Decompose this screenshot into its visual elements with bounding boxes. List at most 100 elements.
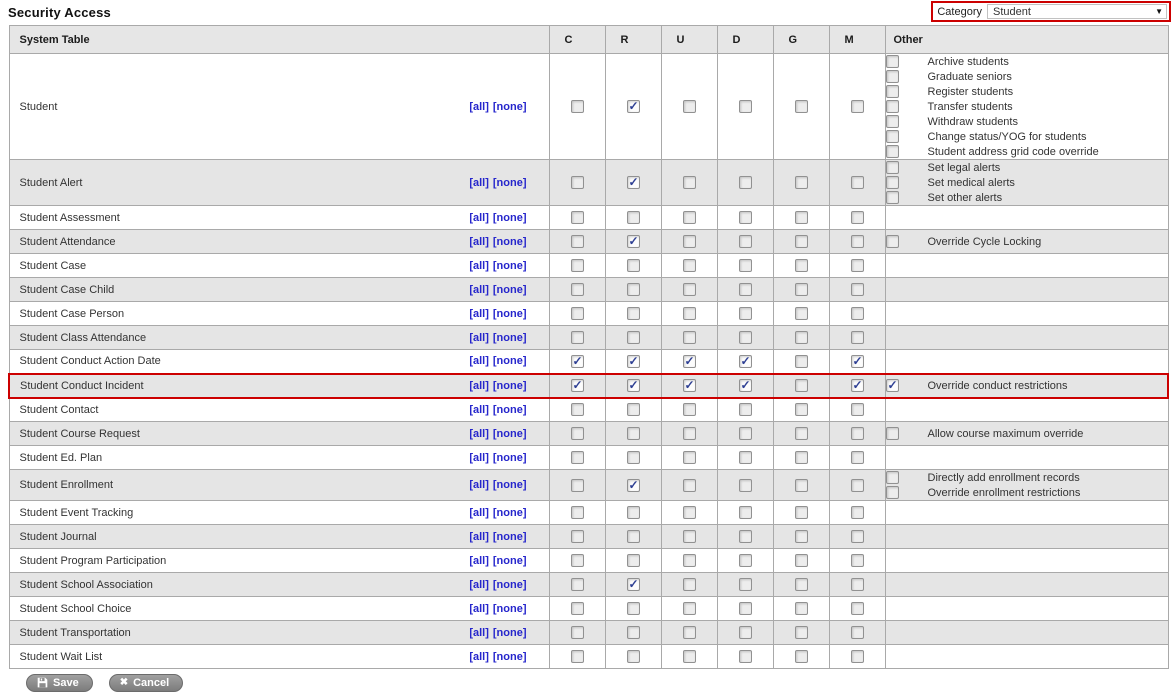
checkbox-u[interactable] [683, 235, 696, 248]
checkbox-g[interactable] [795, 650, 808, 663]
checkbox-m[interactable] [851, 650, 864, 663]
select-all-link[interactable]: [all] [469, 284, 489, 296]
select-none-link[interactable]: [none] [493, 507, 527, 519]
select-none-link[interactable]: [none] [493, 428, 527, 440]
checkbox-m[interactable] [851, 307, 864, 320]
other-checkbox[interactable] [886, 115, 899, 128]
select-none-link[interactable]: [none] [493, 380, 527, 392]
select-all-link[interactable]: [all] [469, 627, 489, 639]
select-none-link[interactable]: [none] [493, 284, 527, 296]
checkbox-r[interactable] [627, 506, 640, 519]
checkbox-c[interactable] [571, 283, 584, 296]
checkbox-m[interactable] [851, 283, 864, 296]
checkbox-d[interactable] [739, 283, 752, 296]
checkbox-g[interactable] [795, 506, 808, 519]
checkbox-d[interactable] [739, 403, 752, 416]
checkbox-d[interactable] [739, 530, 752, 543]
checkbox-r[interactable] [627, 259, 640, 272]
checkbox-r[interactable] [627, 176, 640, 189]
select-all-link[interactable]: [all] [469, 651, 489, 663]
save-button[interactable]: Save [26, 674, 93, 692]
select-all-link[interactable]: [all] [469, 101, 489, 113]
select-none-link[interactable]: [none] [493, 404, 527, 416]
checkbox-m[interactable] [851, 211, 864, 224]
select-all-link[interactable]: [all] [469, 531, 489, 543]
checkbox-r[interactable] [627, 403, 640, 416]
checkbox-g[interactable] [795, 379, 808, 392]
select-none-link[interactable]: [none] [493, 579, 527, 591]
checkbox-c[interactable] [571, 506, 584, 519]
checkbox-c[interactable] [571, 427, 584, 440]
select-all-link[interactable]: [all] [469, 260, 489, 272]
checkbox-d[interactable] [739, 355, 752, 368]
checkbox-m[interactable] [851, 259, 864, 272]
select-none-link[interactable]: [none] [493, 236, 527, 248]
checkbox-d[interactable] [739, 211, 752, 224]
select-all-link[interactable]: [all] [469, 603, 489, 615]
checkbox-d[interactable] [739, 235, 752, 248]
checkbox-u[interactable] [683, 331, 696, 344]
checkbox-d[interactable] [739, 602, 752, 615]
checkbox-c[interactable] [571, 100, 584, 113]
select-none-link[interactable]: [none] [493, 603, 527, 615]
select-all-link[interactable]: [all] [469, 579, 489, 591]
checkbox-m[interactable] [851, 554, 864, 567]
checkbox-c[interactable] [571, 451, 584, 464]
select-all-link[interactable]: [all] [469, 404, 489, 416]
other-checkbox[interactable] [886, 471, 899, 484]
checkbox-d[interactable] [739, 506, 752, 519]
checkbox-d[interactable] [739, 176, 752, 189]
select-all-link[interactable]: [all] [469, 236, 489, 248]
checkbox-c[interactable] [571, 479, 584, 492]
checkbox-c[interactable] [571, 554, 584, 567]
checkbox-m[interactable] [851, 331, 864, 344]
checkbox-g[interactable] [795, 283, 808, 296]
select-all-link[interactable]: [all] [469, 380, 489, 392]
checkbox-m[interactable] [851, 100, 864, 113]
checkbox-r[interactable] [627, 235, 640, 248]
checkbox-g[interactable] [795, 331, 808, 344]
select-none-link[interactable]: [none] [493, 452, 527, 464]
select-all-link[interactable]: [all] [469, 177, 489, 189]
select-none-link[interactable]: [none] [493, 101, 527, 113]
other-checkbox[interactable] [886, 55, 899, 68]
checkbox-u[interactable] [683, 554, 696, 567]
other-checkbox[interactable] [886, 191, 899, 204]
checkbox-u[interactable] [683, 578, 696, 591]
checkbox-u[interactable] [683, 307, 696, 320]
select-all-link[interactable]: [all] [469, 212, 489, 224]
select-none-link[interactable]: [none] [493, 479, 527, 491]
checkbox-m[interactable] [851, 379, 864, 392]
other-checkbox[interactable] [886, 100, 899, 113]
checkbox-d[interactable] [739, 331, 752, 344]
checkbox-m[interactable] [851, 451, 864, 464]
checkbox-r[interactable] [627, 307, 640, 320]
other-checkbox[interactable] [886, 130, 899, 143]
checkbox-m[interactable] [851, 578, 864, 591]
checkbox-g[interactable] [795, 176, 808, 189]
checkbox-u[interactable] [683, 379, 696, 392]
checkbox-m[interactable] [851, 427, 864, 440]
checkbox-r[interactable] [627, 379, 640, 392]
checkbox-d[interactable] [739, 554, 752, 567]
checkbox-c[interactable] [571, 331, 584, 344]
select-all-link[interactable]: [all] [469, 308, 489, 320]
checkbox-c[interactable] [571, 379, 584, 392]
checkbox-g[interactable] [795, 602, 808, 615]
checkbox-m[interactable] [851, 176, 864, 189]
checkbox-m[interactable] [851, 506, 864, 519]
checkbox-u[interactable] [683, 176, 696, 189]
checkbox-c[interactable] [571, 235, 584, 248]
checkbox-g[interactable] [795, 554, 808, 567]
checkbox-c[interactable] [571, 211, 584, 224]
checkbox-g[interactable] [795, 211, 808, 224]
checkbox-r[interactable] [627, 530, 640, 543]
select-none-link[interactable]: [none] [493, 308, 527, 320]
checkbox-c[interactable] [571, 403, 584, 416]
checkbox-d[interactable] [739, 451, 752, 464]
select-all-link[interactable]: [all] [469, 507, 489, 519]
checkbox-u[interactable] [683, 626, 696, 639]
checkbox-u[interactable] [683, 100, 696, 113]
checkbox-c[interactable] [571, 650, 584, 663]
checkbox-g[interactable] [795, 259, 808, 272]
